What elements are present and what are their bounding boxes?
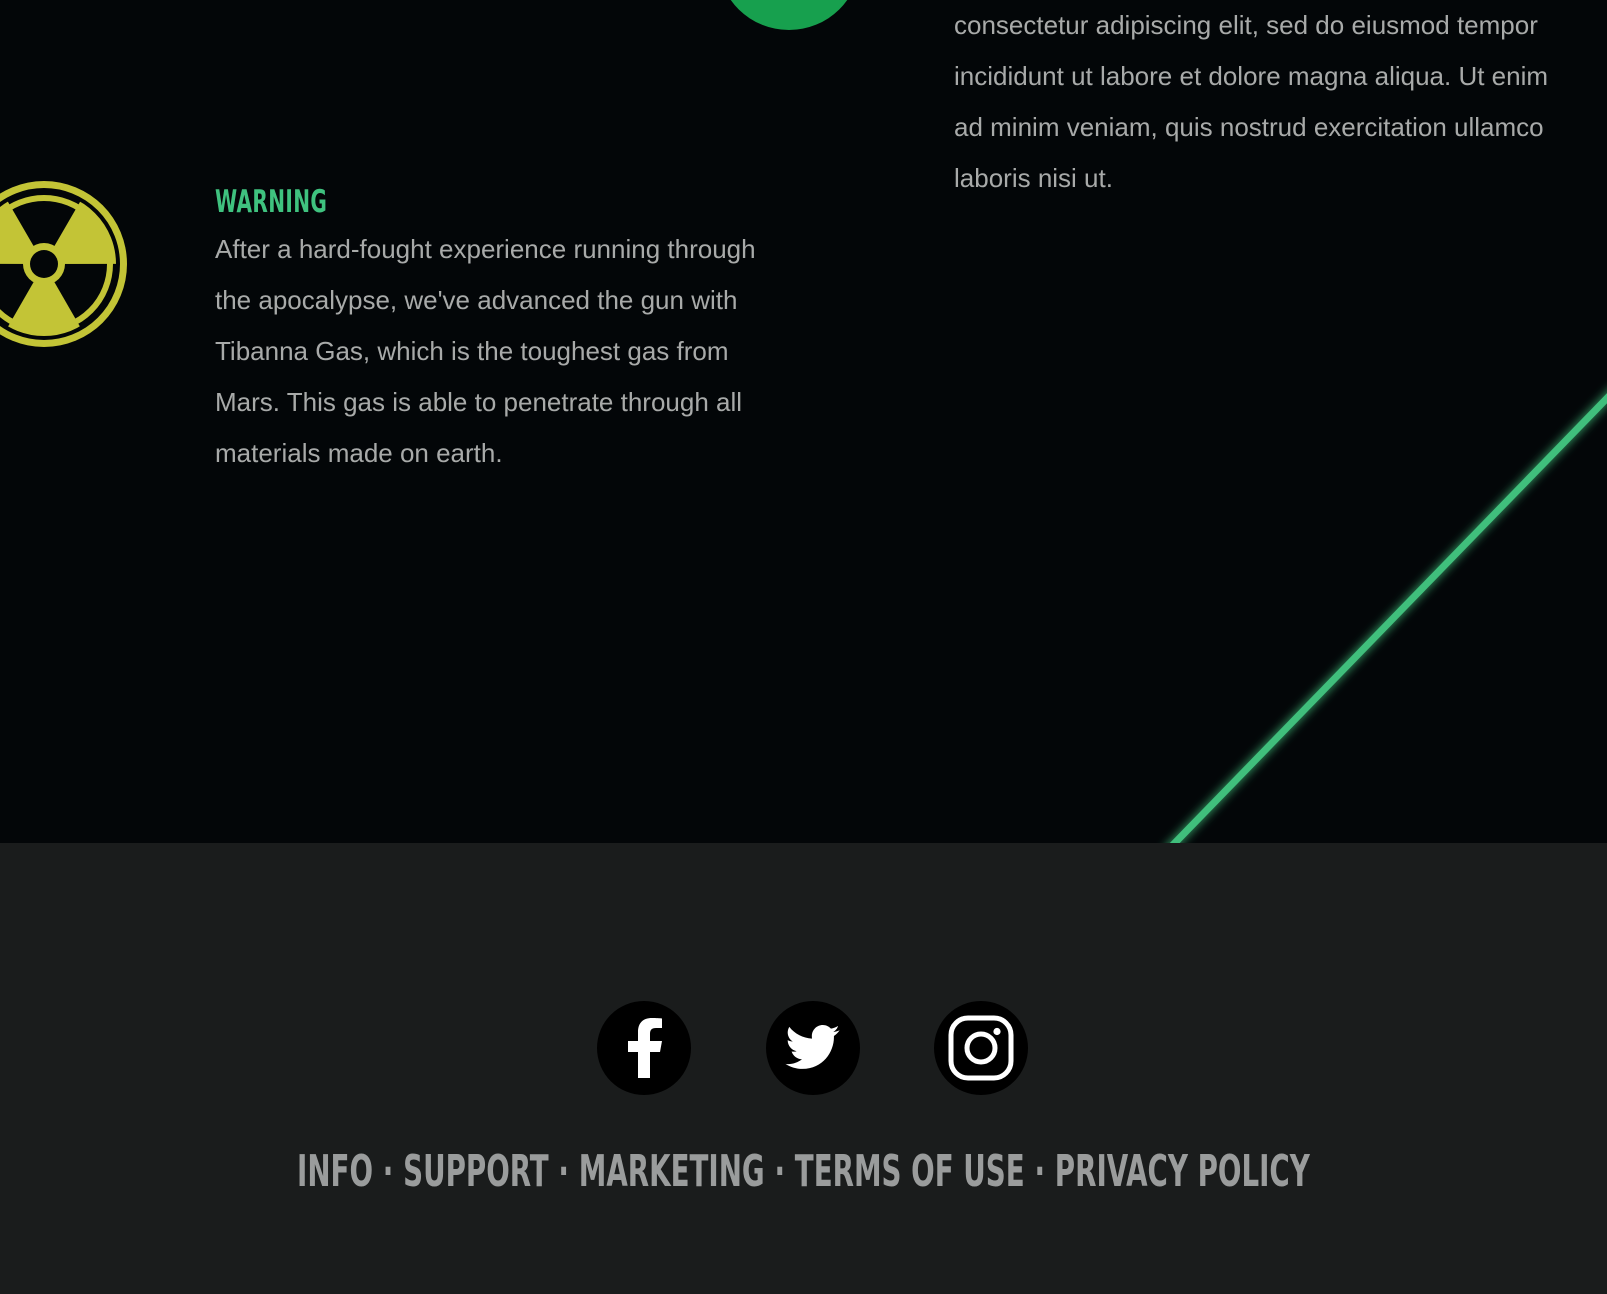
footer-link-privacy[interactable]: PRIVACY POLICY: [1055, 1146, 1310, 1197]
side-description: consectetur adipiscing elit, sed do eius…: [954, 10, 1549, 193]
warning-block: WARNING After a hard-fought experience r…: [215, 180, 795, 479]
footer-separator: ·: [382, 1146, 394, 1197]
footer-separator: ·: [774, 1146, 786, 1197]
hero-section: WARNING After a hard-fought experience r…: [0, 0, 1607, 843]
footer-nav: INFO · SUPPORT · MARKETING · TERMS OF USE · PRIV…: [0, 1147, 1607, 1197]
facebook-icon: [628, 1018, 662, 1078]
footer-link-support[interactable]: SUPPORT: [403, 1146, 548, 1197]
footer-separator: ·: [558, 1146, 570, 1197]
facebook-button[interactable]: [597, 1001, 691, 1095]
instagram-button[interactable]: [934, 1001, 1028, 1095]
warning-description: After a hard-fought experience running t…: [215, 234, 756, 468]
warning-title: WARNING: [215, 184, 328, 220]
footer: INFO · SUPPORT · MARKETING · TERMS OF USE · PRIV…: [0, 843, 1607, 1294]
footer-separator: ·: [1034, 1146, 1046, 1197]
footer-link-marketing[interactable]: MARKETING: [579, 1146, 765, 1197]
twitter-icon: [785, 1025, 840, 1069]
footer-link-info[interactable]: INFO: [297, 1146, 373, 1197]
twitter-button[interactable]: [766, 1001, 860, 1095]
instagram-icon: [948, 1015, 1014, 1081]
radiation-icon: [0, 178, 133, 350]
footer-link-terms[interactable]: TERMS OF USE: [795, 1146, 1025, 1197]
